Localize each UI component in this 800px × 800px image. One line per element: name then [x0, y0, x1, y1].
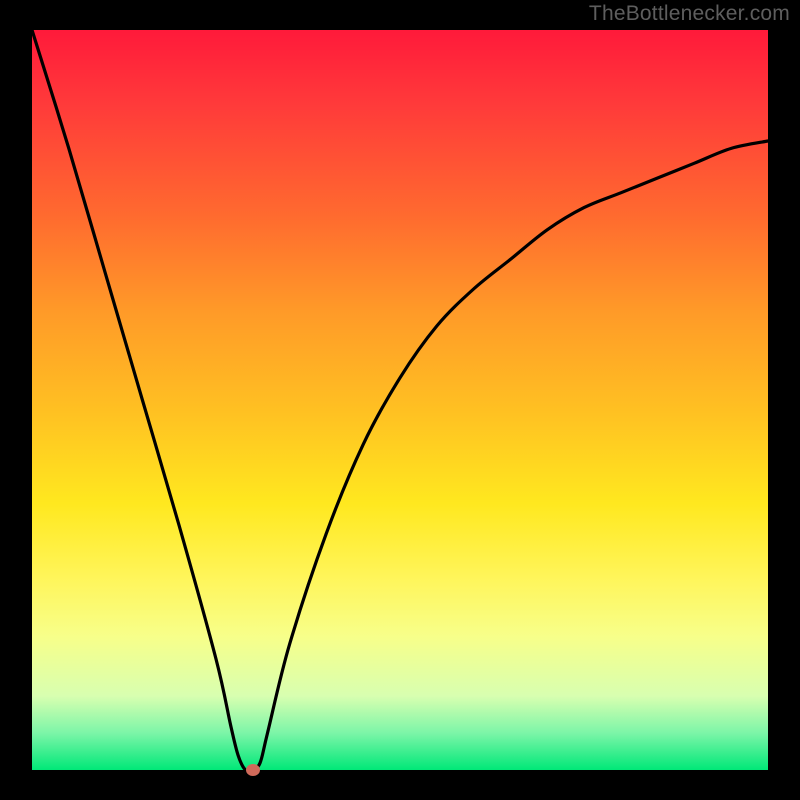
curve-path	[32, 30, 768, 771]
minimum-marker	[246, 764, 260, 776]
plot-area	[32, 30, 768, 770]
chart-frame: TheBottlenecker.com	[0, 0, 800, 800]
attribution-text: TheBottlenecker.com	[589, 2, 790, 26]
curve-svg	[32, 30, 768, 770]
